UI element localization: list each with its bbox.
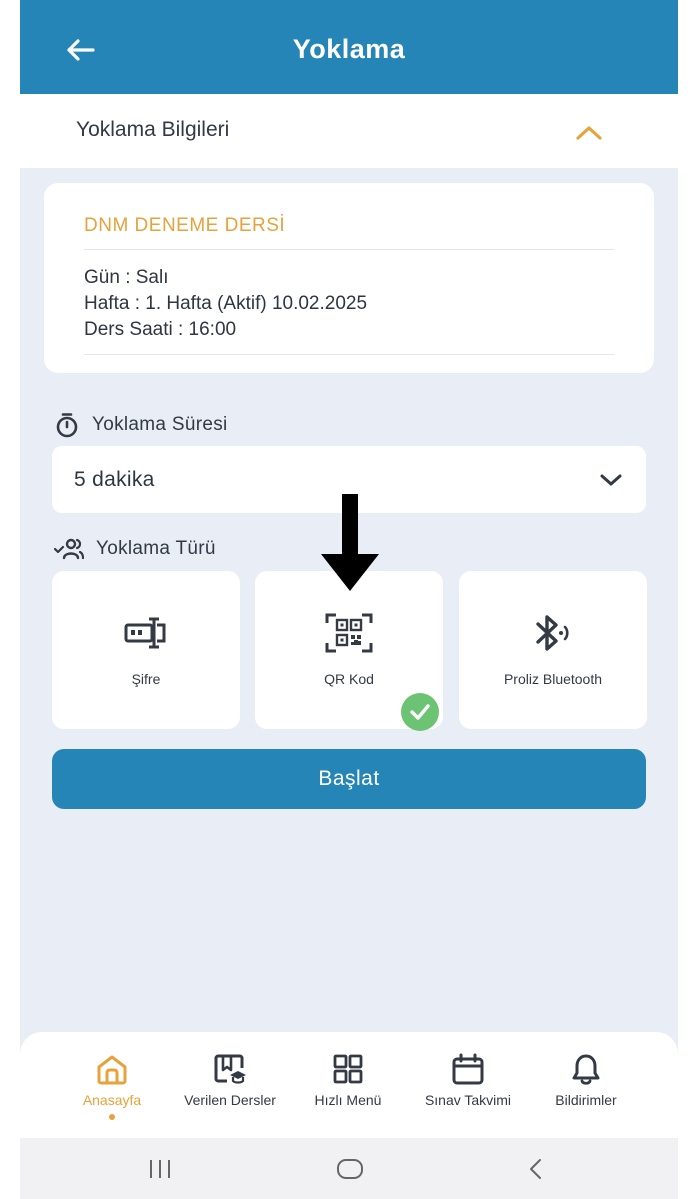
- option-bluetooth[interactable]: Proliz Bluetooth: [459, 571, 647, 729]
- course-day: Gün : Salı: [84, 267, 169, 288]
- chevron-up-icon[interactable]: [574, 120, 604, 144]
- bottom-navigation: Anasayfa Verilen Dersler Hızlı Menü Sına…: [20, 1032, 678, 1138]
- active-indicator: [109, 1114, 115, 1120]
- courses-icon: [214, 1054, 246, 1084]
- selected-check-badge: [401, 693, 439, 731]
- home-circle-icon: [337, 1159, 363, 1179]
- course-name: DNM DENEME DERSİ: [84, 215, 286, 236]
- nav-label: Anasayfa: [82, 1092, 142, 1108]
- duration-value: 5 dakika: [74, 468, 155, 491]
- nav-label: Verilen Dersler: [184, 1092, 276, 1108]
- nav-item-notifications[interactable]: Bildirimler: [526, 1052, 646, 1108]
- nav-label: Sınav Takvimi: [424, 1092, 512, 1108]
- bluetooth-icon: [536, 615, 569, 651]
- calendar-icon: [452, 1053, 484, 1085]
- page-title: Yoklama: [292, 34, 406, 64]
- arrow-down-icon: [321, 494, 379, 591]
- option-password[interactable]: Şifre: [52, 571, 240, 729]
- app-bar: Yoklama: [20, 0, 678, 94]
- divider: [84, 249, 614, 250]
- attendance-screen: Yoklama Yoklama Bilgileri DNM DENEME DER…: [20, 0, 678, 1199]
- stopwatch-icon: [56, 413, 78, 438]
- recent-apps-button[interactable]: [140, 1156, 180, 1182]
- nav-item-quick-menu[interactable]: Hızlı Menü: [288, 1052, 408, 1108]
- attendance-info-header[interactable]: Yoklama Bilgileri: [20, 94, 678, 168]
- recent-apps-icon: [150, 1160, 170, 1178]
- type-label: Yoklama Türü: [96, 538, 216, 559]
- nav-item-home[interactable]: Anasayfa: [52, 1052, 172, 1120]
- chevron-down-icon: [600, 474, 622, 486]
- home-system-button[interactable]: [330, 1156, 370, 1182]
- nav-label: Bildirimler: [555, 1092, 617, 1108]
- nav-item-exam-calendar[interactable]: Sınav Takvimi: [408, 1052, 528, 1108]
- type-label-row: Yoklama Türü: [54, 537, 216, 561]
- course-time: Ders Saati : 16:00: [84, 319, 237, 340]
- option-label: QR Kod: [324, 671, 374, 687]
- chevron-left-icon: [530, 1159, 541, 1179]
- check-icon: [410, 704, 430, 720]
- home-icon: [97, 1055, 127, 1085]
- nav-label: Hızlı Menü: [314, 1092, 382, 1108]
- course-info-card: DNM DENEME DERSİ Gün : Salı Hafta : 1. H…: [44, 183, 654, 373]
- section-title: Yoklama Bilgileri: [76, 118, 230, 141]
- system-back-button[interactable]: [516, 1156, 556, 1182]
- users-icon: [54, 538, 84, 560]
- option-label: Şifre: [131, 671, 161, 687]
- course-week: Hafta : 1. Hafta (Aktif) 10.02.2025: [84, 293, 368, 314]
- nav-item-courses[interactable]: Verilen Dersler: [170, 1052, 290, 1108]
- duration-label: Yoklama Süresi: [92, 414, 228, 435]
- option-qr-code[interactable]: QR Kod: [255, 571, 443, 731]
- divider: [84, 354, 614, 355]
- qr-code-icon: [325, 613, 373, 653]
- password-icon: [124, 617, 166, 649]
- bell-icon: [572, 1054, 600, 1085]
- start-button[interactable]: Başlat: [52, 749, 646, 809]
- duration-label-row: Yoklama Süresi: [54, 412, 228, 438]
- option-label: Proliz Bluetooth: [503, 671, 603, 687]
- system-navigation-bar: [20, 1138, 678, 1199]
- grid-icon: [333, 1054, 363, 1084]
